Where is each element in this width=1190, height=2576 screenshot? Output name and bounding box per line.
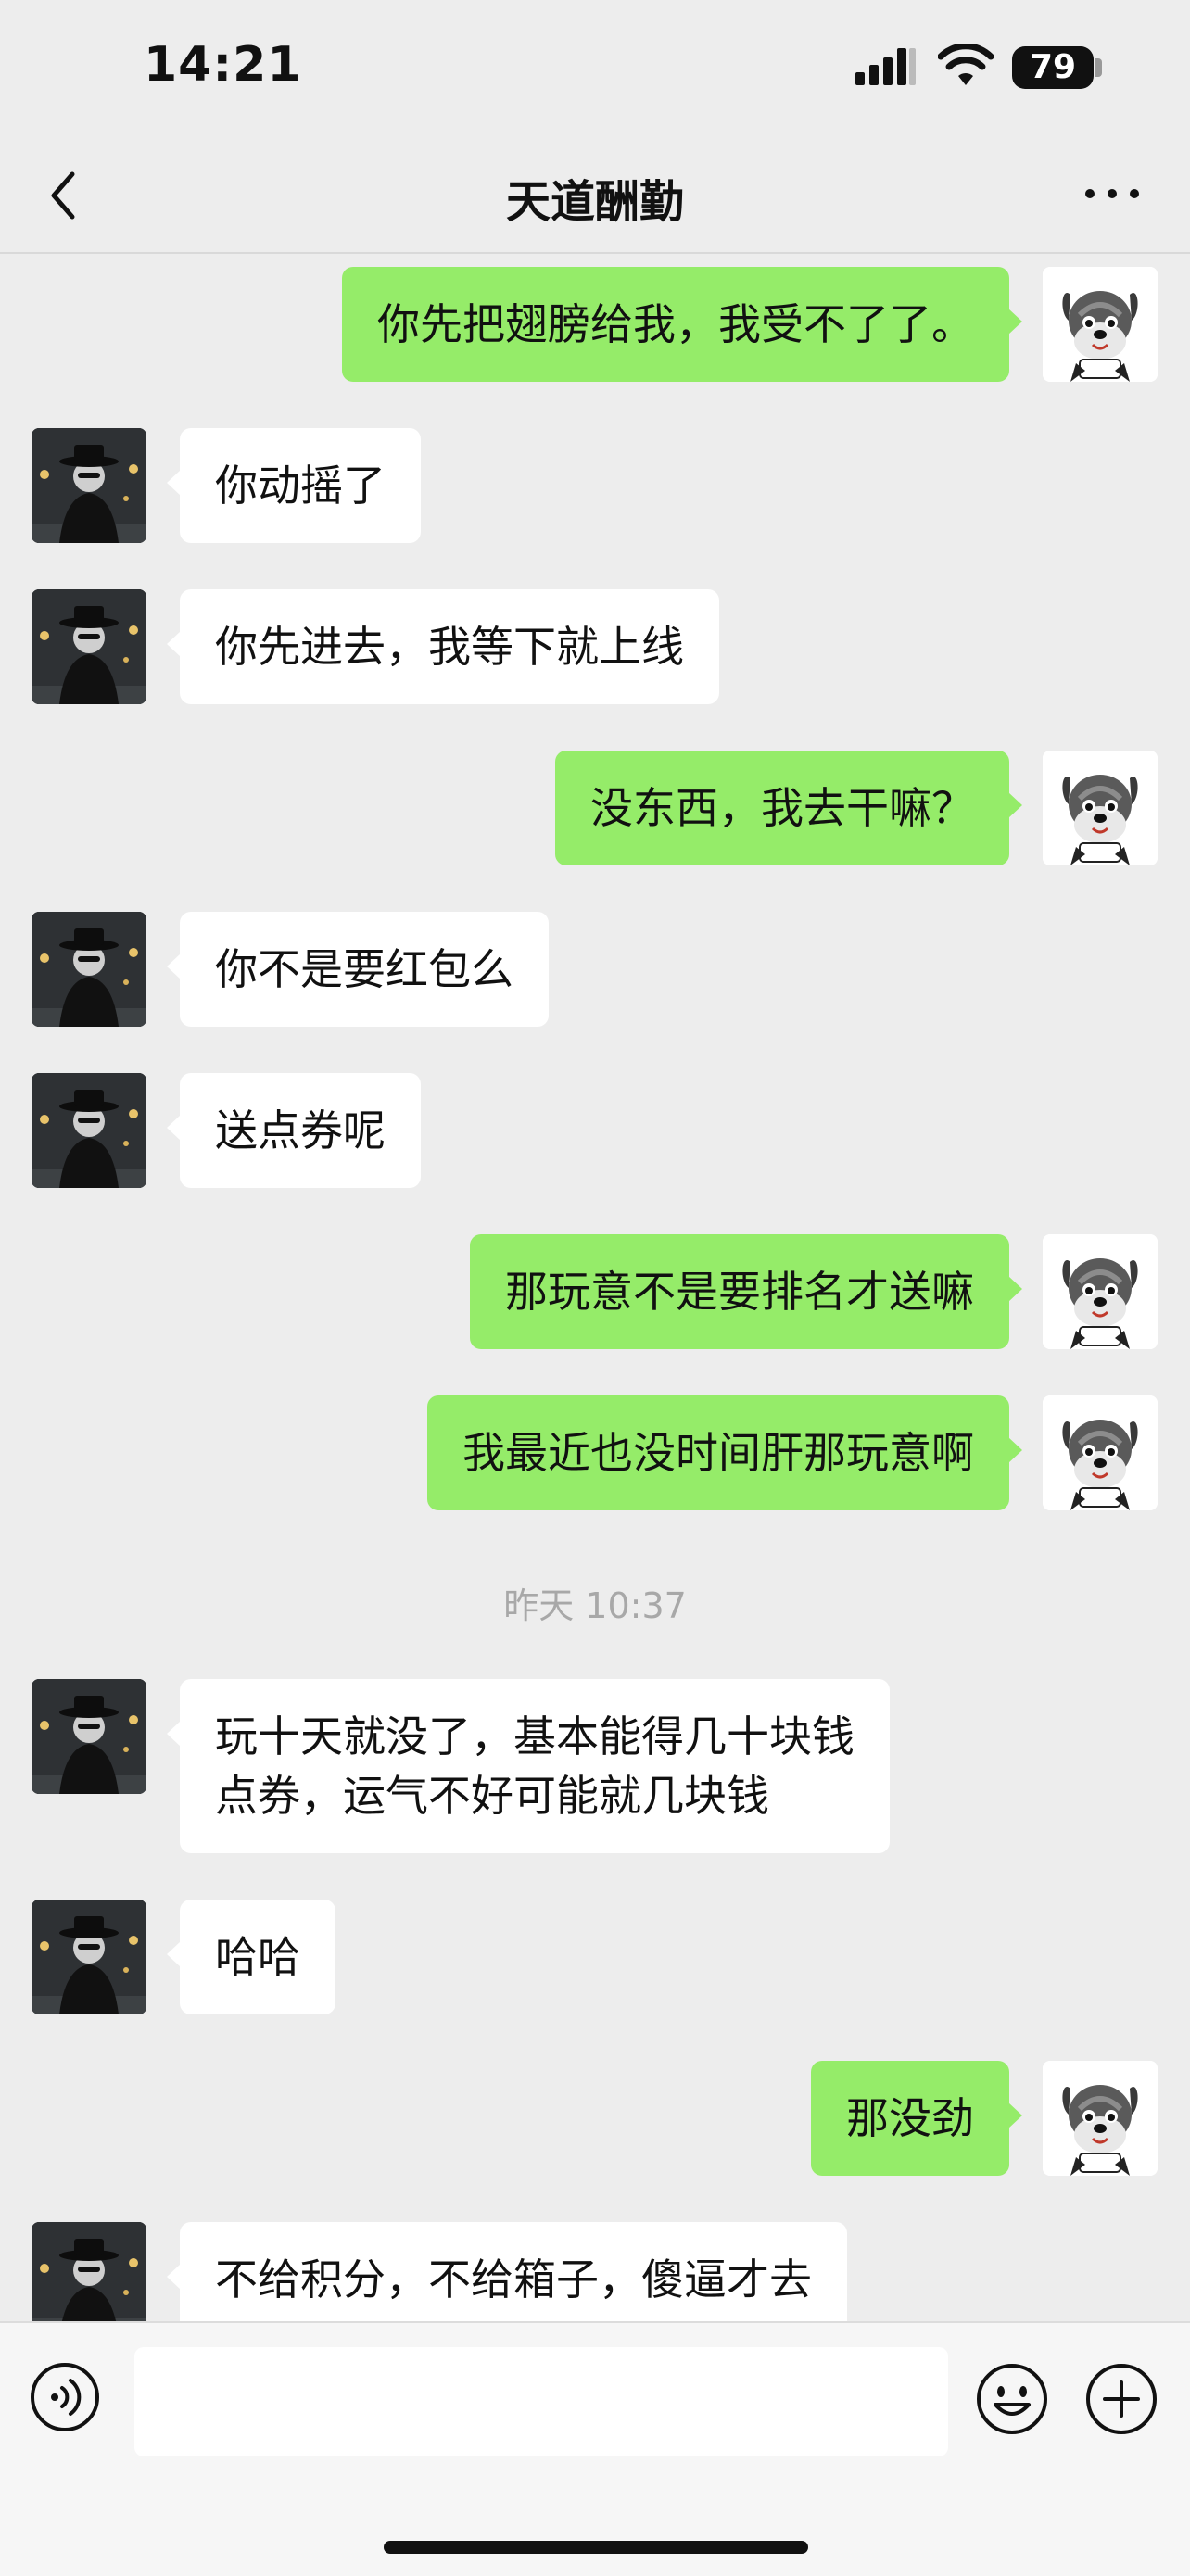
contact-avatar[interactable] [32,428,146,543]
my-avatar[interactable] [1043,2061,1158,2176]
incoming-message[interactable]: 你不是要红包么 [167,912,549,1027]
contact-avatar[interactable] [32,912,146,1027]
contact-avatar[interactable] [32,1073,146,1188]
status-time: 14:21 [144,37,302,93]
emoji-icon[interactable] [975,2362,1049,2436]
battery-cap [1095,58,1102,77]
contact-avatar[interactable] [32,1679,146,1794]
more-dots-icon[interactable] [1082,178,1142,209]
message-input[interactable] [134,2347,948,2456]
message-text: 那玩意不是要排名才送嘛 [505,1267,974,1317]
chat-header: 天道酬勤 [0,139,1190,254]
incoming-message[interactable]: 你先进去，我等下就上线 [167,589,719,704]
message-timestamp: 昨天 10:37 [503,1585,687,1626]
contact-avatar[interactable] [32,1900,146,2014]
message-text: 你先把翅膀给我，我受不了了。 [377,299,974,349]
battery-indicator: 79 [1012,46,1094,89]
home-indicator [384,2541,808,2554]
message-text: 你不是要红包么 [215,944,513,994]
battery-level: 79 [1029,48,1077,86]
wifi-icon [938,44,994,85]
message-list[interactable]: 你先把翅膀给我，我受不了了。 你动摇了 你先进去，我等下就上线 没东西，我去干嘛… [0,252,1190,2321]
chat-title: 天道酬勤 [505,176,684,228]
message-text: 哈哈 [215,1932,300,1982]
outgoing-message[interactable]: 那玩意不是要排名才送嘛 [470,1234,1022,1349]
contact-avatar[interactable] [32,589,146,704]
my-avatar[interactable] [1043,1234,1158,1349]
outgoing-message[interactable]: 我最近也没时间肝那玩意啊 [427,1395,1022,1510]
status-bar: 14:21 79 [0,0,1190,139]
incoming-message[interactable]: 送点券呢 [167,1073,421,1188]
incoming-message[interactable]: 不给积分，不给箱子，傻逼才去 [167,2222,847,2321]
message-text: 不给积分，不给箱子，傻逼才去 [215,2254,812,2305]
message-text: 你先进去，我等下就上线 [215,622,684,672]
voice-icon[interactable] [30,2362,100,2432]
plus-icon[interactable] [1084,2362,1158,2436]
my-avatar[interactable] [1043,267,1158,382]
my-avatar[interactable] [1043,751,1158,865]
message-text-line: 点券，运气不好可能就几块钱 [215,1771,769,1821]
my-avatar[interactable] [1043,1395,1158,1510]
outgoing-message[interactable]: 你先把翅膀给我，我受不了了。 [342,267,1022,382]
message-text: 送点券呢 [215,1105,386,1155]
incoming-message[interactable]: 玩十天就没了，基本能得几十块钱 点券，运气不好可能就几块钱 [167,1679,890,1853]
incoming-message[interactable]: 你动摇了 [167,428,421,543]
message-text: 你动摇了 [215,461,386,511]
outgoing-message[interactable]: 没东西，我去干嘛？ [555,751,1022,865]
outgoing-message[interactable]: 那没劲 [811,2061,1022,2176]
incoming-message[interactable]: 哈哈 [167,1900,335,2014]
contact-avatar[interactable] [32,2222,146,2321]
message-text: 我最近也没时间肝那玩意啊 [462,1428,974,1478]
message-text: 没东西，我去干嘛？ [590,783,974,833]
input-bar [0,2321,1190,2576]
cellular-signal-icon [855,48,916,85]
message-text-line: 玩十天就没了，基本能得几十块钱 [215,1711,855,1762]
message-text: 那没劲 [846,2093,974,2143]
